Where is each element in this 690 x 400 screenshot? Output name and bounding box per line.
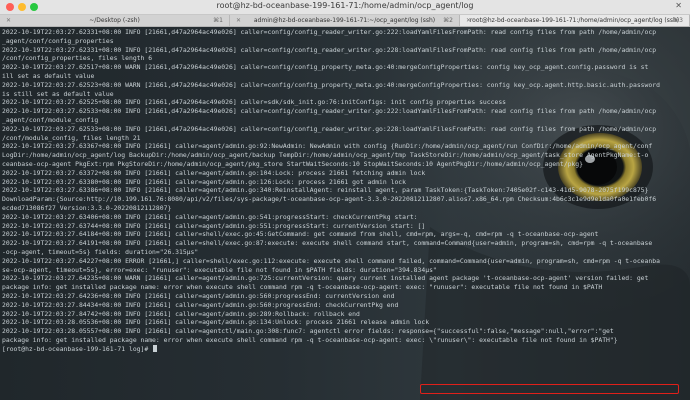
log-line: 2022-10-19T22:03:27.64191+08:00 INFO [21… xyxy=(2,239,653,248)
log-line: 2022-10-19T22:03:27.63372+08:00 INFO [21… xyxy=(2,168,426,177)
log-line: package info: get installed package name… xyxy=(2,335,618,344)
log-line: is still set as default value xyxy=(2,89,114,98)
log-line: package info: get installed package name… xyxy=(2,283,603,292)
tab-bar: ✕ ~/Desktop (-zsh) ⌘1 ✕ admin@hz-bd-ocea… xyxy=(0,15,690,27)
text-cursor xyxy=(153,344,158,352)
log-line: 2022-10-19T22:03:27.62525+08:00 INFO [21… xyxy=(2,98,507,107)
log-line: /conf/module_config, files length 21 xyxy=(2,133,141,142)
tab-label: ~/Desktop (-zsh) xyxy=(89,17,140,24)
log-line: 2022-10-19T22:03:27.62331+08:00 INFO [21… xyxy=(2,28,657,36)
log-line: [root@hz-bd-oceanbase-199-161-71 log]# xyxy=(2,344,688,354)
log-line: 2022-10-19T22:03:27.64235+08:00 WARN [21… xyxy=(2,274,649,283)
log-line: 2022-10-19T22:03:27.62523+08:00 WARN [21… xyxy=(2,80,660,89)
log-line: se-ocp-agent, timeout=5s}, error=exec: "… xyxy=(2,265,437,274)
log-line: 2022-10-19T22:03:27.64184+08:00 INFO [21… xyxy=(2,230,599,239)
log-output: 2022-10-19T22:03:27.62331+08:00 INFO [21… xyxy=(2,28,688,353)
log-line: 2022-10-19T22:03:27.62517+08:00 WARN [21… xyxy=(2,63,649,72)
log-line: 2022-10-19T22:03:27.64236+08:00 INFO [21… xyxy=(2,291,395,300)
tab-desktop-zsh[interactable]: ✕ ~/Desktop (-zsh) ⌘1 xyxy=(0,15,230,26)
tab-admin-ssh[interactable]: ✕ admin@hz-bd-oceanbase-199-161-71:~/ocp… xyxy=(230,15,460,26)
log-line: 2022-10-19T22:03:28.05557+08:00 INFO [21… xyxy=(2,327,614,336)
log-line: 2022-10-19T22:03:27.63744+08:00 INFO [21… xyxy=(2,221,426,230)
log-line: ceanbase-ocp-agent PkgExt:rpm PkgStoreDi… xyxy=(2,159,583,168)
tab-label: root@hz-bd-oceanbase-199-161-71:/home/ad… xyxy=(469,17,680,24)
log-line: 2022-10-19T22:03:27.63380+08:00 INFO [21… xyxy=(2,177,406,186)
error-highlight-box xyxy=(420,384,679,394)
log-line: ill set as default value xyxy=(2,71,95,80)
log-line: 2022-10-19T22:03:27.63406+08:00 INFO [21… xyxy=(2,212,418,221)
log-line: 2022-10-19T22:03:27.62533+08:00 INFO [21… xyxy=(2,124,657,133)
log-line: 2022-10-19T22:03:27.84434+08:00 INFO [21… xyxy=(2,300,399,309)
log-line: 2022-10-19T22:03:27.63386+08:00 INFO [21… xyxy=(2,186,649,195)
tab-close-icon[interactable]: ✕ xyxy=(466,15,471,26)
window-control-icon[interactable]: ✕ xyxy=(675,1,682,10)
terminal-output[interactable]: 2022-10-19T22:03:27.62331+08:00 INFO [21… xyxy=(0,27,690,400)
log-line: /conf/config_properties, files length 6 xyxy=(2,54,153,63)
log-line: _agent/conf/config_properties xyxy=(2,36,114,45)
tab-shortcut: ⌘1 xyxy=(213,17,223,24)
window-title: root@hz-bd-oceanbase-199-161-71:/home/ad… xyxy=(216,1,474,10)
log-line: ecded713086f27 Version:3.3.0-20220812112… xyxy=(2,203,172,212)
tab-label: admin@hz-bd-oceanbase-199-161-71:~/ocp_a… xyxy=(253,17,436,24)
tab-shortcut: ⌘3 xyxy=(673,17,683,24)
tab-shortcut: ⌘2 xyxy=(443,17,453,24)
log-line: 2022-10-19T22:03:27.84742+08:00 INFO [21… xyxy=(2,309,360,318)
log-line: LogDir:/home/admin/ocp_agent/log BackupD… xyxy=(2,151,649,160)
tab-close-icon[interactable]: ✕ xyxy=(236,15,241,26)
log-line: 2022-10-19T22:03:27.63367+08:00 INFO [21… xyxy=(2,142,653,151)
log-line: 2022-10-19T22:03:27.64227+08:00 ERROR [2… xyxy=(2,256,660,265)
tab-close-icon[interactable]: ✕ xyxy=(6,15,11,26)
log-line: _agent/conf/module_config xyxy=(2,115,99,124)
log-line: 2022-10-19T22:03:27.62533+08:00 INFO [21… xyxy=(2,107,657,116)
log-line: DownloadParam:{Source:http://10.199.161.… xyxy=(2,195,657,204)
terminal-window: root@hz-bd-oceanbase-199-161-71:/home/ad… xyxy=(0,0,690,400)
tab-root-ssh[interactable]: ✕ root@hz-bd-oceanbase-199-161-71:/home/… xyxy=(460,15,690,26)
log-line: 2022-10-19T22:03:28.05536+08:00 INFO [21… xyxy=(2,318,430,327)
log-line: -ocp-agent, timeout=5s} fields: duration… xyxy=(2,247,199,256)
title-bar[interactable]: root@hz-bd-oceanbase-199-161-71:/home/ad… xyxy=(0,0,690,15)
log-line: 2022-10-19T22:03:27.62331+08:00 INFO [21… xyxy=(2,45,657,54)
